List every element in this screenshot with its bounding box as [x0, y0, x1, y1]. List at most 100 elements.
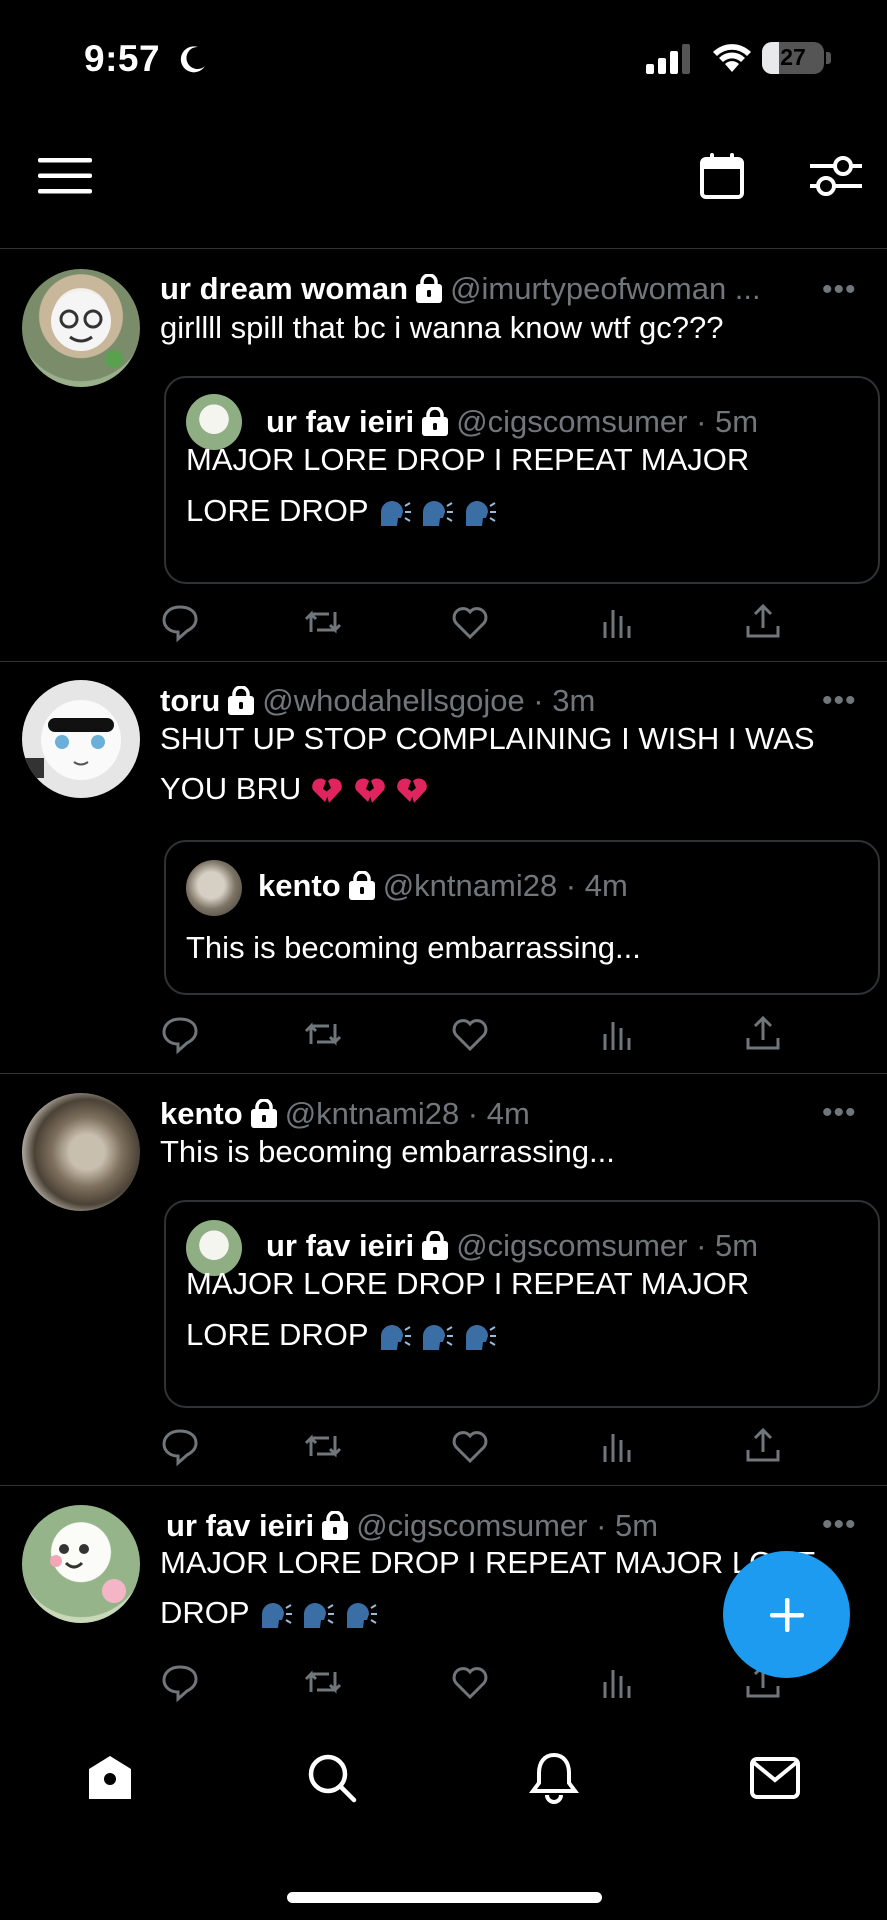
- reply-icon[interactable]: [160, 1014, 200, 1054]
- tweet-text-line: YOU BRU: [160, 771, 302, 806]
- status-time: 9:57: [84, 38, 161, 79]
- tweet-text: This is becoming embarrassing...: [160, 1134, 615, 1169]
- speaking-head-icon: [465, 1324, 496, 1350]
- tweet-item[interactable]: ur dream woman @imurtypeofwoman ... ••• …: [0, 249, 887, 662]
- share-icon[interactable]: [743, 1426, 783, 1466]
- like-icon[interactable]: [450, 602, 490, 642]
- quoted-text-line: LORE DROP: [186, 1317, 369, 1352]
- views-icon[interactable]: [597, 1426, 637, 1466]
- speaking-head-icon: [261, 1602, 292, 1628]
- tab-home[interactable]: [80, 1748, 140, 1808]
- compose-button[interactable]: [723, 1551, 850, 1678]
- speaking-head-icon: [346, 1602, 377, 1628]
- quoted-text-line: LORE DROP: [186, 493, 369, 528]
- battery-cap: [826, 52, 831, 64]
- search-icon: [308, 1754, 357, 1803]
- more-options-icon[interactable]: •••: [822, 1508, 857, 1542]
- calendar-icon[interactable]: [692, 144, 752, 208]
- quoted-tweet[interactable]: ur fav ieiri @cigscomsumer · 5m MAJOR LO…: [164, 1200, 880, 1408]
- avatar[interactable]: [22, 680, 140, 798]
- status-bar: 9:57 27: [0, 0, 887, 110]
- speaking-head-icon: [423, 1324, 454, 1350]
- retweet-icon[interactable]: [303, 602, 343, 642]
- tweet-actions: [160, 602, 780, 642]
- tweet-text: girllll spill that bc i wanna know wtf g…: [160, 310, 724, 345]
- retweet-icon[interactable]: [303, 1014, 343, 1054]
- avatar[interactable]: [22, 1505, 140, 1623]
- reply-icon[interactable]: [160, 1426, 200, 1466]
- views-icon[interactable]: [597, 1014, 637, 1054]
- quoted-header: kento @kntnami28 · 4m: [258, 868, 628, 904]
- hamburger-menu-icon[interactable]: [30, 146, 100, 206]
- like-icon[interactable]: [450, 1014, 490, 1054]
- share-icon[interactable]: [743, 602, 783, 642]
- plus-icon: [769, 1597, 804, 1632]
- reply-icon[interactable]: [160, 602, 200, 642]
- like-icon[interactable]: [450, 1426, 490, 1466]
- quoted-tweet[interactable]: kento @kntnami28 · 4m This is becoming e…: [164, 840, 880, 995]
- tweet-actions: [160, 1014, 780, 1054]
- speaking-head-icon: [423, 500, 454, 526]
- tab-notifications[interactable]: [524, 1748, 584, 1808]
- tab-messages[interactable]: [745, 1748, 805, 1808]
- quoted-tweet[interactable]: ur fav ieiri @cigscomsumer · 5m MAJOR LO…: [164, 376, 880, 584]
- tweet-item[interactable]: kento @kntnami28 · 4m ••• This is becomi…: [0, 1074, 887, 1486]
- views-icon[interactable]: [597, 1662, 637, 1702]
- broken-heart-icon: [312, 778, 342, 804]
- battery-level: 27: [780, 44, 806, 70]
- lock-icon: [422, 1231, 449, 1260]
- speaking-head-icon: [380, 1324, 411, 1350]
- lock-icon: [348, 871, 375, 900]
- bottom-tab-bar: [0, 1718, 887, 1838]
- battery-icon: 27: [762, 42, 824, 74]
- quoted-text: MAJOR LORE DROP I REPEAT MAJOR LORE DROP: [186, 434, 846, 536]
- views-icon[interactable]: [597, 602, 637, 642]
- more-options-icon[interactable]: •••: [822, 273, 857, 307]
- quoted-text: MAJOR LORE DROP I REPEAT MAJOR LORE DROP: [186, 1258, 846, 1360]
- sliders-icon[interactable]: [800, 146, 870, 206]
- like-icon[interactable]: [450, 1662, 490, 1702]
- more-options-icon[interactable]: •••: [822, 1096, 857, 1130]
- tweet-text-line: SHUT UP STOP COMPLAINING I WISH I WAS: [160, 721, 815, 756]
- top-toolbar: [0, 110, 887, 249]
- broken-heart-icon: [397, 778, 427, 804]
- lock-icon: [228, 686, 255, 715]
- user-handle: @imurtypeofwoman ...: [450, 271, 761, 306]
- home-indicator: [287, 1892, 602, 1903]
- tweet-actions: [160, 1426, 780, 1466]
- lock-icon: [322, 1511, 349, 1540]
- retweet-icon[interactable]: [303, 1662, 343, 1702]
- speaking-head-icon: [380, 500, 411, 526]
- quoted-text-line: MAJOR LORE DROP I REPEAT MAJOR: [186, 442, 750, 477]
- wifi-icon: [713, 44, 751, 72]
- avatar: [186, 860, 242, 916]
- quoted-text: This is becoming embarrassing...: [186, 930, 641, 965]
- lock-icon: [416, 274, 443, 303]
- quoted-text-line: MAJOR LORE DROP I REPEAT MAJOR: [186, 1266, 750, 1301]
- moon-icon: [180, 46, 205, 73]
- avatar[interactable]: [22, 1093, 140, 1211]
- tweet-item[interactable]: toru @whodahellsgojoe · 3m ••• SHUT UP S…: [0, 662, 887, 1074]
- broken-heart-icon: [354, 778, 385, 804]
- display-name: kento: [258, 868, 341, 903]
- speaking-head-icon: [304, 1602, 335, 1628]
- tab-search[interactable]: [302, 1748, 362, 1808]
- quoted-text-line-2: LORE DROP: [186, 485, 846, 536]
- display-name[interactable]: ur dream woman: [160, 271, 408, 307]
- tweet-text: SHUT UP STOP COMPLAINING I WISH I WAS YO…: [160, 714, 860, 814]
- lock-icon: [250, 1099, 277, 1128]
- reply-icon[interactable]: [160, 1662, 200, 1702]
- bell-icon: [529, 1752, 579, 1804]
- more-options-icon[interactable]: •••: [822, 684, 857, 718]
- tweet-text-line: DROP: [160, 1595, 250, 1630]
- tweet-header: ur dream woman @imurtypeofwoman ...: [160, 271, 820, 307]
- tweet-actions: [160, 1662, 780, 1702]
- avatar[interactable]: [22, 269, 140, 387]
- mail-icon: [750, 1757, 800, 1799]
- quoted-text-line-2: LORE DROP: [186, 1309, 846, 1360]
- signal-icon: [646, 44, 690, 74]
- speaking-head-icon: [465, 500, 496, 526]
- share-icon[interactable]: [743, 1014, 783, 1054]
- retweet-icon[interactable]: [303, 1426, 343, 1466]
- home-icon: [89, 1756, 131, 1799]
